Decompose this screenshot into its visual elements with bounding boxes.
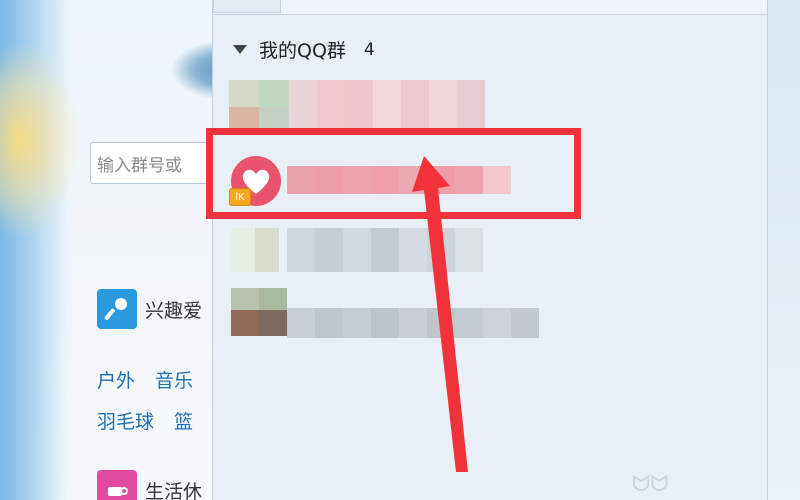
expand-caret-icon (233, 45, 247, 54)
watermark-logo-icon: ᗢᗢ (632, 472, 669, 497)
highlight-box (206, 128, 581, 219)
tag-row-2: 羽毛球 篮 (97, 407, 193, 434)
panel-top-tab[interactable] (213, 0, 281, 13)
left-panel: 输入群号或 兴趣爱 户外 音乐 羽毛球 篮 生活休 (0, 0, 212, 500)
penguin-wing-decoration (170, 40, 212, 100)
group-search-input[interactable]: 输入群号或 (90, 142, 212, 184)
category-label: 兴趣爱 (145, 299, 203, 322)
group-avatar-blurred (231, 228, 279, 272)
category-lifestyle[interactable]: 生活休 (97, 470, 202, 500)
group-list-panel: 我的QQ群 4 lK (212, 0, 768, 500)
tag-music[interactable]: 音乐 (155, 366, 193, 393)
right-background (768, 0, 800, 500)
group-name-blurred (287, 228, 483, 272)
tag-outdoor[interactable]: 户外 (97, 366, 135, 393)
group-name-blurred (289, 80, 485, 128)
microphone-icon (97, 289, 137, 329)
group-avatar-blurred (229, 80, 289, 107)
group-name-blurred (287, 308, 539, 338)
group-avatar-blurred-2 (231, 310, 287, 336)
search-placeholder: 输入群号或 (97, 155, 182, 176)
tag-basketball[interactable]: 篮 (174, 407, 193, 434)
tag-badminton[interactable]: 羽毛球 (97, 407, 154, 434)
tag-row-1: 户外 音乐 (97, 366, 193, 393)
group-avatar-blurred-2 (229, 107, 289, 129)
group-header[interactable]: 我的QQ群 4 (233, 36, 375, 63)
group-title: 我的QQ群 (259, 40, 346, 62)
category-label: 生活休 (145, 480, 203, 500)
panel-top-strip (213, 0, 767, 15)
group-avatar-blurred (231, 288, 287, 310)
group-count: 4 (363, 39, 375, 60)
group-item-3[interactable] (229, 222, 709, 280)
group-item-4[interactable] (229, 288, 709, 346)
category-interest[interactable]: 兴趣爱 (97, 289, 202, 329)
teacup-icon (97, 470, 137, 500)
